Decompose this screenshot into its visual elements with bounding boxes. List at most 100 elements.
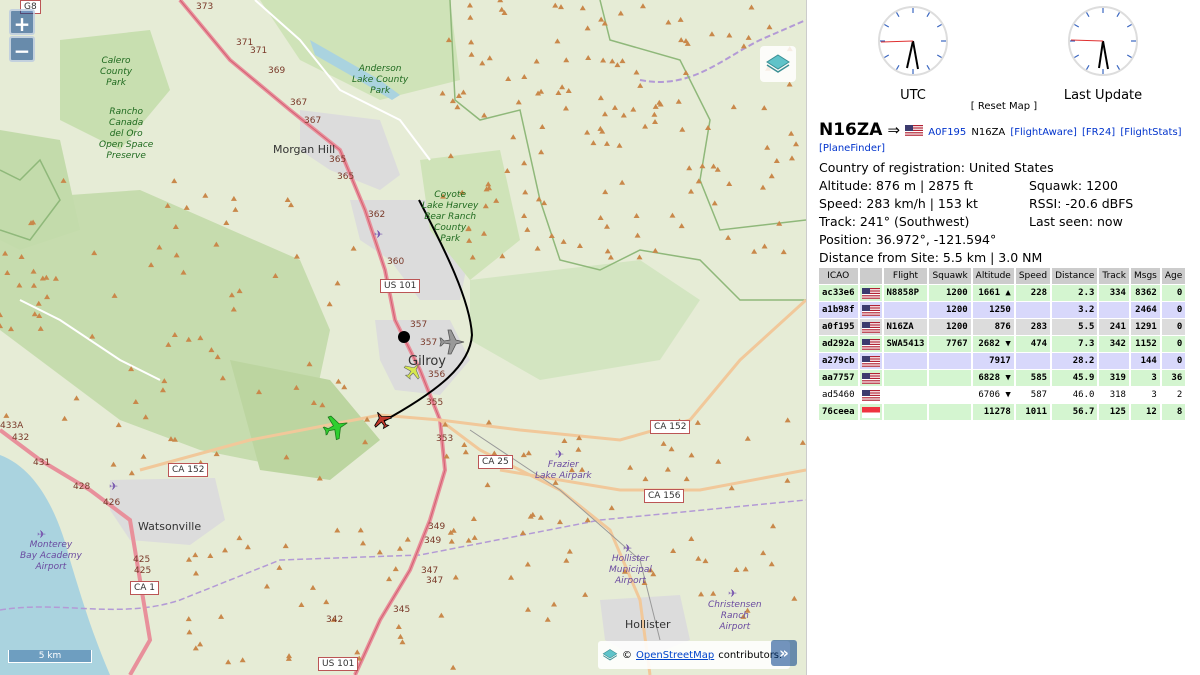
table-cell: 0	[1161, 353, 1186, 369]
table-cell: 144	[1130, 353, 1160, 369]
us-flag-icon	[861, 355, 880, 367]
table-row[interactable]: a1b98f 1200 1250 3.2 2464 0	[819, 302, 1186, 318]
last-seen-info: Last seen: now	[1029, 214, 1123, 229]
table-row[interactable]: 76ceea 11278 1011 56.7 125 12 8	[819, 404, 1186, 420]
table-row[interactable]: ad292a SWA5413 7767 2682 ▼ 474 7.3 342 1152 0	[819, 336, 1186, 352]
clock-face-icon	[1068, 6, 1138, 76]
table-cell: 3.2	[1052, 302, 1098, 318]
reset-map-button[interactable]: [ Reset Map ]	[807, 101, 1200, 112]
table-cell: 1661 ▲	[972, 285, 1014, 301]
table-row[interactable]: aa7757 6828 ▼ 585 45.9 319 3 36	[819, 370, 1186, 386]
table-row[interactable]: a0f195 N16ZA 1200 876 283 5.5 241 1291 0	[819, 319, 1186, 335]
aircraft-marker[interactable]	[321, 412, 352, 443]
altitude-info: Altitude: 876 m | 2875 ft	[819, 178, 974, 193]
table-cell: 56.7	[1052, 404, 1098, 420]
table-cell: 1200	[929, 319, 971, 335]
table-cell: 76ceea	[819, 404, 858, 420]
utc-clock: UTC	[873, 4, 953, 103]
aircraft-layer: ✈ ✈ ✈ ✈ ✈ ✈	[37, 199, 737, 600]
table-cell: a0f195	[819, 319, 858, 335]
flag-cell	[859, 285, 882, 301]
table-row[interactable]: ad5460 6706 ▼ 587 46.0 318 3 2	[819, 387, 1186, 403]
table-cell: N8858P	[883, 285, 928, 301]
highway-marker: 355	[426, 398, 444, 408]
col-header[interactable]: ICAO	[819, 268, 858, 284]
svg-text:✈: ✈	[109, 480, 118, 493]
table-row[interactable]: ac33e6 N8858P 1200 1661 ▲ 228 2.3 334 8362 0	[819, 285, 1186, 301]
col-header[interactable]: Msgs	[1130, 268, 1160, 284]
label-hollister-airport: Hollister Municipal Airport	[609, 554, 652, 586]
fr24-link[interactable]: [FR24]	[1082, 127, 1115, 138]
highway-marker: 428	[73, 482, 91, 492]
table-cell: 46.0	[1052, 387, 1098, 403]
table-cell: 241	[1099, 319, 1129, 335]
highway-marker: 425	[133, 555, 151, 565]
layer-switcher-button[interactable]	[760, 46, 796, 82]
table-cell: 876	[972, 319, 1014, 335]
highway-marker: 345	[393, 605, 411, 615]
table-cell: 5.5	[1052, 319, 1098, 335]
flag-cell	[859, 370, 882, 386]
table-cell	[883, 387, 928, 403]
table-cell	[929, 353, 971, 369]
zoom-out-button[interactable]: −	[9, 36, 35, 63]
table-cell: 1250	[972, 302, 1014, 318]
zoom-in-button[interactable]: +	[9, 9, 35, 36]
flightaware-link[interactable]: [FlightAware]	[1010, 127, 1077, 138]
site-marker	[398, 331, 410, 343]
table-cell: 587	[1015, 387, 1051, 403]
table-cell: 318	[1099, 387, 1129, 403]
clock-face-icon	[878, 6, 948, 76]
col-header[interactable]: Speed	[1015, 268, 1051, 284]
highway-marker: 356	[428, 370, 446, 380]
highway-marker: 353	[436, 434, 454, 444]
planefinder-link[interactable]: [PlaneFinder]	[819, 143, 885, 154]
track-info: Track: 241° (Southwest)	[819, 214, 970, 229]
us-flag-icon	[861, 304, 880, 316]
shield-us101-south: US 101	[318, 657, 359, 671]
label-rancho: Rancho Canada del Oro Open Space Preserv…	[99, 107, 154, 161]
col-header[interactable]: Altitude	[972, 268, 1014, 284]
us-flag-icon	[861, 338, 880, 350]
table-cell: ad5460	[819, 387, 858, 403]
highway-marker: 425	[134, 566, 152, 576]
table-cell: 2682 ▼	[972, 336, 1014, 352]
icao-link[interactable]: A0F195	[928, 127, 966, 138]
label-coyote: Coyote Lake Harvey Bear Ranch County Par…	[422, 190, 479, 244]
flightstats-link[interactable]: [FlightStats]	[1120, 127, 1181, 138]
table-cell: 0	[1161, 336, 1186, 352]
highway-marker: 367	[290, 98, 308, 108]
label-watsonville: Watsonville	[138, 520, 202, 533]
col-header[interactable]: Age	[1161, 268, 1186, 284]
col-header[interactable]	[859, 268, 882, 284]
col-header[interactable]: Track	[1099, 268, 1129, 284]
us-flag-icon	[861, 372, 880, 384]
col-header[interactable]: Distance	[1052, 268, 1098, 284]
table-cell: 3	[1130, 387, 1160, 403]
label-hollister: Hollister	[625, 618, 671, 631]
highway-marker: 347	[421, 566, 439, 576]
table-cell: 8	[1161, 404, 1186, 420]
arrow-icon: ⇒	[887, 121, 901, 139]
shield-ca152: CA 152	[650, 420, 691, 434]
col-header[interactable]: Flight	[883, 268, 928, 284]
attribution-toggle-button[interactable]: »	[771, 640, 797, 666]
aircraft-marker-selected[interactable]	[370, 408, 394, 432]
speed-info: Speed: 283 km/h | 153 kt	[819, 196, 978, 211]
table-cell: 12	[1130, 404, 1160, 420]
flag-cell	[859, 353, 882, 369]
table-cell: N16ZA	[883, 319, 928, 335]
us-flag-icon	[905, 125, 924, 136]
table-cell: 228	[1015, 285, 1051, 301]
table-cell: 11278	[972, 404, 1014, 420]
highway-marker: 431	[33, 458, 51, 468]
highway-marker: 369	[268, 66, 286, 76]
osm-link[interactable]: OpenStreetMap	[636, 650, 714, 661]
aircraft-marker[interactable]	[439, 329, 465, 355]
col-header[interactable]: Squawk	[929, 268, 971, 284]
map-view[interactable]: ✈ ✈ ✈ ✈ ✈ ✈ Morgan Hill Gilroy Watsonvil…	[0, 0, 806, 675]
table-cell: 585	[1015, 370, 1051, 386]
label-gilroy: Gilroy	[408, 354, 447, 369]
table-cell: 28.2	[1052, 353, 1098, 369]
table-row[interactable]: a279cb 7917 28.2 144 0	[819, 353, 1186, 369]
